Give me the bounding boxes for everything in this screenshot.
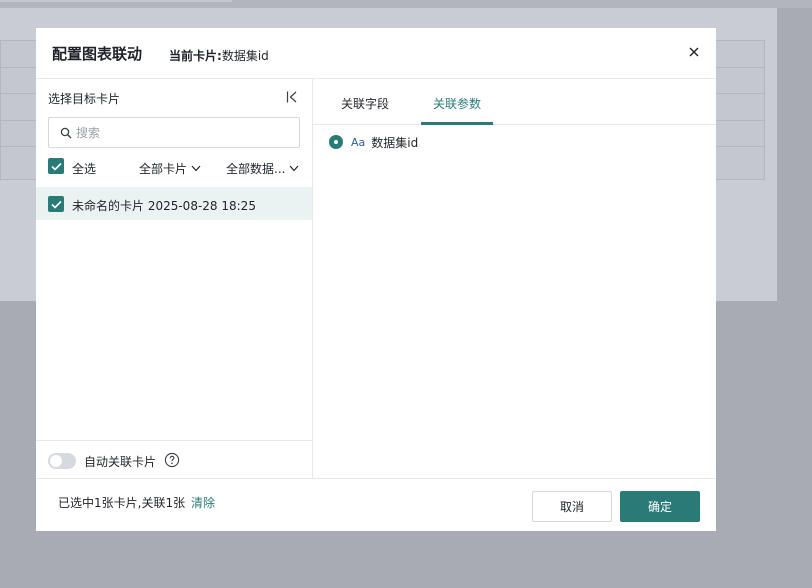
tab-link-params[interactable]: 关联参数 bbox=[433, 95, 481, 112]
auto-link-row: 自动关联卡片 bbox=[36, 440, 312, 478]
card-list-item[interactable]: 未命名的卡片 2025-08-28 18:25 bbox=[36, 187, 312, 220]
dataset-dropdown[interactable]: 全部数据... bbox=[226, 160, 299, 177]
card-name: 未命名的卡片 2025-08-28 18:25 bbox=[72, 199, 256, 213]
radio-dot bbox=[334, 140, 338, 144]
toggle-knob bbox=[50, 455, 62, 467]
confirm-button[interactable]: 确定 bbox=[620, 491, 700, 522]
param-radio[interactable] bbox=[329, 135, 343, 149]
text-type-icon: Aa bbox=[351, 135, 366, 149]
dialog-footer: 已选中1张卡片,关联1张 清除 取消 确定 bbox=[36, 478, 716, 531]
select-all-label: 全选 bbox=[72, 162, 97, 176]
current-card-info: 当前卡片:数据集id bbox=[169, 47, 269, 64]
check-icon bbox=[50, 162, 62, 171]
card-filter-row: 全选 全部卡片 全部数据... bbox=[48, 158, 306, 176]
search-icon bbox=[60, 127, 72, 139]
auto-link-toggle[interactable] bbox=[48, 453, 76, 469]
card-type-dropdown[interactable]: 全部卡片 bbox=[139, 160, 201, 177]
clear-link[interactable]: 清除 bbox=[191, 494, 215, 511]
chevron-down-icon bbox=[191, 165, 201, 172]
target-card-panel: 选择目标卡片 全选 全部卡片 全部数据... bbox=[36, 79, 313, 478]
param-option[interactable]: Aa 数据集id bbox=[329, 133, 418, 151]
background-topbar-tab bbox=[0, 0, 232, 2]
current-card-label: 当前卡片: bbox=[169, 49, 222, 63]
chevron-down-icon bbox=[290, 165, 299, 172]
card-search-input[interactable] bbox=[76, 123, 291, 143]
close-icon bbox=[689, 47, 699, 57]
link-config-panel: 关联字段 关联参数 Aa 数据集id bbox=[313, 79, 716, 478]
dialog-header: 配置图表联动 当前卡片:数据集id bbox=[36, 28, 716, 79]
cancel-button[interactable]: 取消 bbox=[532, 491, 612, 522]
background-topbar bbox=[0, 0, 812, 8]
help-icon[interactable] bbox=[164, 452, 180, 468]
collapse-left-icon bbox=[286, 91, 297, 103]
card-search-box[interactable] bbox=[48, 117, 300, 148]
param-label: 数据集id bbox=[371, 135, 419, 150]
link-tabs: 关联字段 关联参数 bbox=[313, 79, 716, 125]
dataset-dropdown-label: 全部数据... bbox=[226, 162, 286, 176]
select-all-checkbox[interactable] bbox=[48, 158, 64, 174]
tab-link-fields[interactable]: 关联字段 bbox=[341, 95, 389, 112]
target-card-title: 选择目标卡片 bbox=[48, 92, 121, 106]
card-checkbox[interactable] bbox=[48, 196, 64, 212]
collapse-panel-button[interactable] bbox=[284, 89, 300, 105]
close-button[interactable] bbox=[684, 42, 704, 62]
chart-linkage-dialog: 配置图表联动 当前卡片:数据集id 选择目标卡片 全选 全部卡片 bbox=[36, 28, 716, 531]
selection-summary: 已选中1张卡片,关联1张 bbox=[58, 496, 186, 510]
card-type-dropdown-label: 全部卡片 bbox=[139, 162, 188, 176]
current-card-value: 数据集id bbox=[221, 49, 269, 63]
check-icon bbox=[50, 200, 62, 209]
dialog-title: 配置图表联动 bbox=[52, 45, 143, 63]
active-tab-indicator bbox=[421, 122, 493, 125]
auto-link-label: 自动关联卡片 bbox=[84, 455, 157, 469]
